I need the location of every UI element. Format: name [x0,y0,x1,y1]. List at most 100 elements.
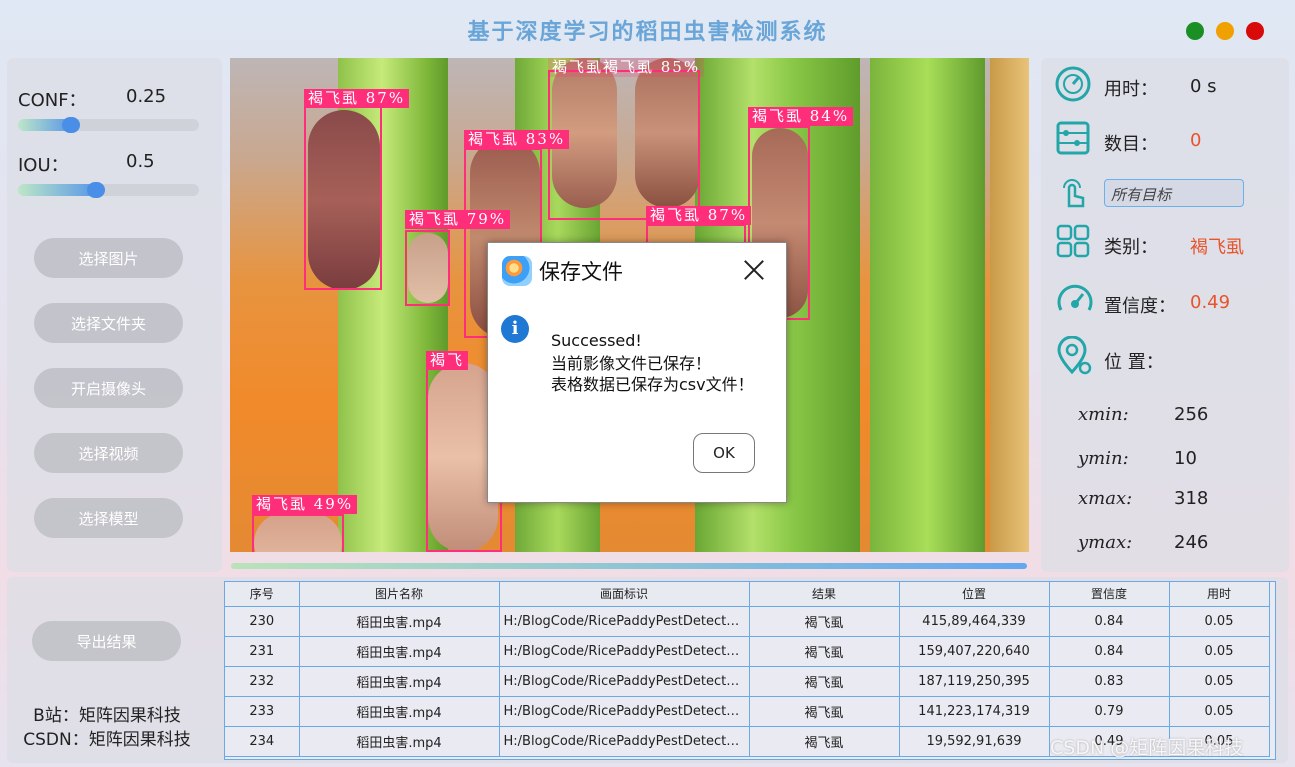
table-cell: H:/BlogCode/RicePaddyPestDetector... [499,636,750,667]
table-cell: 19,592,91,639 [899,726,1050,757]
detection-label: 褐飞虱 87% [304,89,410,108]
confidence-gauge-icon [1057,284,1093,311]
iou-value: 0.5 [126,151,155,172]
table-cell: 231 [225,636,300,667]
detection-label: 褐飞虱 79% [405,210,511,229]
ok-button[interactable]: OK [693,433,755,473]
xmax-label: xmax: [1078,488,1133,509]
select-video-button[interactable]: 选择视频 [34,433,183,473]
control-panel: CONF： 0.25 IOU： 0.5 选择图片 选择文件夹 开启摄像头 选择视… [7,58,222,572]
csdn-credit: CSDN：矩阵因果科技 [23,730,191,750]
detection-box [405,230,450,306]
table-cell: 141,223,174,319 [899,696,1050,727]
dialog-close-icon[interactable] [740,256,768,284]
xmin-label: xmin: [1078,404,1129,425]
column-header[interactable]: 置信度 [1049,582,1170,607]
table-row[interactable]: 231 稻田虫害.mp4 H:/BlogCode/RicePaddyPestDe… [225,636,1270,667]
select-image-button[interactable]: 选择图片 [34,238,183,278]
iou-label: IOU： [18,155,69,176]
bilibili-credit: B站：矩阵因果科技 [33,706,181,726]
table-cell: 0.79 [1049,696,1170,727]
minimize-button[interactable] [1186,22,1204,40]
table-row[interactable]: 233 稻田虫害.mp4 H:/BlogCode/RicePaddyPestDe… [225,696,1270,727]
confidence-value: 0.49 [1190,292,1231,313]
dialog-message-line3: 表格数据已保存为csv文件！ [551,375,754,394]
ymin-value: 10 [1174,448,1197,469]
column-header[interactable]: 结果 [749,582,900,607]
timer-gauge-icon [1055,66,1091,102]
time-label: 用时： [1104,79,1158,100]
app-logo-icon [502,256,532,286]
info-panel: 用时： 0 s 数目： 0 所有目标 类别： 褐飞虱 置信度： 0.49 位 置… [1041,58,1289,572]
column-header[interactable]: 位置 [899,582,1050,607]
rice-stalk [870,58,985,552]
table-cell: 褐飞虱 [749,636,900,667]
table-cell: H:/BlogCode/RicePaddyPestDetector... [499,696,750,727]
table-cell: 159,407,220,640 [899,636,1050,667]
save-dialog: 保存文件 i Successed! 当前影像文件已保存！ 表格数据已保存为csv… [487,242,787,503]
watermark: CSDN @矩阵因果科技 [1050,737,1244,759]
table-cell: 0.83 [1049,666,1170,697]
table-cell: H:/BlogCode/RicePaddyPestDetector... [499,666,750,697]
detection-label: 褐飞 [426,351,469,370]
table-cell: 稻田虫害.mp4 [299,606,500,637]
table-cell: 稻田虫害.mp4 [299,636,500,667]
ymax-value: 246 [1174,532,1209,553]
maximize-button[interactable] [1216,22,1234,40]
detection-box [304,106,382,290]
table-cell: 230 [225,606,300,637]
table-cell: 褐飞虱 [749,726,900,757]
detection-box [548,70,700,220]
table-cell: 0.05 [1169,606,1270,637]
select-folder-button[interactable]: 选择文件夹 [34,303,183,343]
table-cell: 232 [225,666,300,697]
close-window-button[interactable] [1246,22,1264,40]
video-progress-bar[interactable] [231,563,1027,569]
detection-box [252,514,344,552]
column-header[interactable]: 画面标识 [499,582,750,607]
iou-slider-handle[interactable] [87,182,105,198]
target-select-dropdown[interactable]: 所有目标 [1104,179,1244,207]
conf-slider[interactable] [18,119,199,131]
detection-label: 褐飞虱褐飞虱 85% [548,58,705,77]
table-row[interactable]: 230 稻田虫害.mp4 H:/BlogCode/RicePaddyPestDe… [225,606,1270,637]
table-cell: H:/BlogCode/RicePaddyPestDetector... [499,726,750,757]
count-label: 数目： [1104,134,1158,155]
table-cell: H:/BlogCode/RicePaddyPestDetector... [499,606,750,637]
export-results-button[interactable]: 导出结果 [32,621,181,661]
class-value: 褐飞虱 [1190,237,1244,258]
open-camera-button[interactable]: 开启摄像头 [34,368,183,408]
table-cell: 褐飞虱 [749,606,900,637]
iou-slider[interactable] [18,184,199,196]
count-value: 0 [1190,130,1202,151]
column-header[interactable]: 图片名称 [299,582,500,607]
table-cell: 稻田虫害.mp4 [299,666,500,697]
column-header[interactable]: 序号 [225,582,300,607]
time-value: 0 s [1190,76,1217,97]
column-header[interactable]: 用时 [1169,582,1270,607]
table-header-row: 序号 图片名称 画面标识 结果 位置 置信度 用时 [225,582,1270,607]
table-cell: 稻田虫害.mp4 [299,726,500,757]
table-cell: 233 [225,696,300,727]
table-cell: 0.84 [1049,606,1170,637]
info-icon: i [501,315,529,343]
dialog-message-line1: Successed! [551,331,642,350]
table-cell: 234 [225,726,300,757]
table-cell: 0.05 [1169,636,1270,667]
position-label: 位 置： [1104,352,1164,373]
table-cell: 187,119,250,395 [899,666,1050,697]
table-cell: 0.84 [1049,636,1170,667]
conf-slider-handle[interactable] [62,117,80,133]
table-cell: 褐飞虱 [749,666,900,697]
app-title: 基于深度学习的稻田虫害检测系统 [467,20,828,45]
table-cell: 415,89,464,339 [899,606,1050,637]
conf-label: CONF： [18,90,87,111]
xmax-value: 318 [1174,488,1209,509]
detection-label: 褐飞虱 49% [252,495,358,514]
detection-label: 褐飞虱 84% [748,107,854,126]
dialog-title: 保存文件 [539,260,623,284]
select-model-button[interactable]: 选择模型 [34,498,183,538]
table-row[interactable]: 232 稻田虫害.mp4 H:/BlogCode/RicePaddyPestDe… [225,666,1270,697]
class-label: 类别： [1104,237,1158,258]
ymax-label: ymax: [1078,532,1133,553]
